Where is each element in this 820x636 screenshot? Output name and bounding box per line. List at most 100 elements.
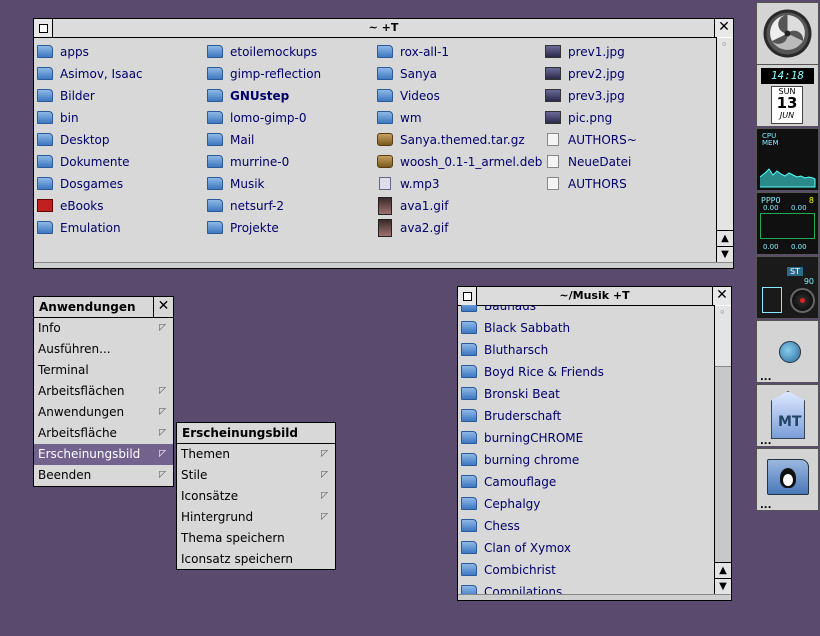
menu-item[interactable]: Ausführen... xyxy=(34,339,173,360)
file-item[interactable]: eBooks xyxy=(37,195,104,217)
file-item[interactable]: Musik xyxy=(207,173,265,195)
file-item[interactable]: Dokumente xyxy=(37,151,130,173)
file-item[interactable]: NeueDatei xyxy=(545,151,631,173)
menu-item[interactable]: Anwendungen ◸ xyxy=(34,402,173,423)
file-item[interactable]: lomo-gimp-0 xyxy=(207,107,306,129)
menu-item[interactable]: Thema speichern xyxy=(177,528,335,549)
folder-item[interactable]: burning chrome xyxy=(461,449,579,471)
submenu-arrow-icon: ◸ xyxy=(321,449,328,459)
file-item[interactable]: Bilder xyxy=(37,85,95,107)
file-item[interactable]: Projekte xyxy=(207,217,279,239)
scroll-up-button[interactable]: ▲ xyxy=(717,230,733,246)
file-item[interactable]: wm xyxy=(377,107,422,129)
menu-item[interactable]: Arbeitsfläche ◸ xyxy=(34,423,173,444)
dock-launcher-filemanager[interactable]: ... xyxy=(756,448,819,511)
file-item[interactable]: ava2.gif xyxy=(377,217,448,239)
file-item[interactable]: AUTHORS~ xyxy=(545,129,637,151)
folder-item[interactable]: Bruderschaft xyxy=(461,405,561,427)
file-item[interactable]: Mail xyxy=(207,129,254,151)
file-label: Videos xyxy=(400,89,440,103)
file-item[interactable]: Dosgames xyxy=(37,173,123,195)
file-item[interactable]: pic.png xyxy=(545,107,612,129)
home-window-titlebar[interactable]: ~ +T ✕ xyxy=(34,19,733,38)
miniaturize-button[interactable] xyxy=(458,287,477,305)
file-item[interactable]: Videos xyxy=(377,85,440,107)
scroll-knob[interactable] xyxy=(717,37,733,247)
file-item[interactable]: prev2.jpg xyxy=(545,63,625,85)
file-item[interactable]: rox-all-1 xyxy=(377,41,449,63)
file-item[interactable]: prev1.jpg xyxy=(545,41,625,63)
miniaturize-button[interactable] xyxy=(34,19,53,37)
file-item[interactable]: Desktop xyxy=(37,129,110,151)
resize-bar[interactable] xyxy=(34,262,733,268)
file-item[interactable]: ava1.gif xyxy=(377,195,448,217)
menu-item[interactable]: Stile ◸ xyxy=(177,465,335,486)
folder-item[interactable]: Blutharsch xyxy=(461,339,548,361)
vertical-scrollbar[interactable]: ▲ ▼ xyxy=(716,37,733,262)
menu-item[interactable]: Arbeitsflächen ◸ xyxy=(34,381,173,402)
file-label: NeueDatei xyxy=(568,155,632,169)
dock-app-icon[interactable] xyxy=(756,2,819,65)
submenu-arrow-icon: ◸ xyxy=(159,449,166,459)
folder-item[interactable]: Black Sabbath xyxy=(461,317,570,339)
menu-close-button[interactable]: ✕ xyxy=(153,297,173,317)
dock-clock[interactable]: 14:18 SUN 13 JUN xyxy=(756,64,819,127)
file-item[interactable]: Emulation xyxy=(37,217,121,239)
file-item[interactable]: etoilemockups xyxy=(207,41,317,63)
dock-net-monitor[interactable]: PPP0 8 0.00 0.00 0.00 0.00 xyxy=(756,192,819,255)
menu-item[interactable]: Iconsatz speichern xyxy=(177,549,335,570)
menu-item[interactable]: Themen ◸ xyxy=(177,444,335,465)
folder-icon xyxy=(461,563,477,576)
dock-launcher-milk[interactable]: MT ... xyxy=(756,384,819,447)
close-button[interactable]: ✕ xyxy=(712,287,731,305)
folder-icon xyxy=(207,177,223,190)
file-item[interactable]: GNUstep xyxy=(207,85,289,107)
mixer-slider[interactable] xyxy=(762,287,782,313)
musik-window-titlebar[interactable]: ~/Musik +T ✕ xyxy=(458,287,731,306)
scroll-down-button[interactable]: ▼ xyxy=(717,246,733,262)
file-item[interactable]: Sanya.themed.tar.gz xyxy=(377,129,525,151)
applications-menu: Anwendungen ✕ Info ◸ Ausführen... Terminal A… xyxy=(33,296,174,487)
folder-item[interactable]: Camouflage xyxy=(461,471,556,493)
folder-item[interactable]: Cephalgy xyxy=(461,493,540,515)
resize-bar[interactable] xyxy=(458,594,731,600)
file-item[interactable]: netsurf-2 xyxy=(207,195,284,217)
file-item[interactable]: w.mp3 xyxy=(377,173,439,195)
menu-item[interactable]: Beenden ◸ xyxy=(34,465,173,486)
file-item[interactable]: Sanya xyxy=(377,63,437,85)
file-item[interactable]: gimp-reflection xyxy=(207,63,321,85)
menu-item[interactable]: Hintergrund ◸ xyxy=(177,507,335,528)
folder-item[interactable]: Compilations xyxy=(461,581,562,594)
scroll-knob[interactable] xyxy=(715,305,731,367)
menu-item[interactable]: Iconsätze ◸ xyxy=(177,486,335,507)
folder-item[interactable]: burningCHROME xyxy=(461,427,583,449)
folder-item[interactable]: Combichrist xyxy=(461,559,556,581)
file-item[interactable]: AUTHORS xyxy=(545,173,627,195)
dock-mixer[interactable]: ST 90 xyxy=(756,256,819,319)
folder-item[interactable]: Boyd Rice & Friends xyxy=(461,361,604,383)
volume-knob-icon[interactable] xyxy=(790,288,815,313)
scroll-down-button[interactable]: ▼ xyxy=(715,578,731,594)
folder-item[interactable]: Bauhaus xyxy=(461,305,536,317)
vertical-scrollbar[interactable]: ▲ ▼ xyxy=(714,305,731,594)
file-item[interactable]: apps xyxy=(37,41,89,63)
dock-cpu-monitor[interactable]: CPU MEM xyxy=(756,128,819,191)
file-label: prev1.jpg xyxy=(568,45,625,59)
scroll-up-button[interactable]: ▲ xyxy=(715,562,731,578)
file-item[interactable]: bin xyxy=(37,107,79,129)
submenu-arrow-icon: ◸ xyxy=(159,407,166,417)
file-item[interactable]: prev3.jpg xyxy=(545,85,625,107)
menu-item[interactable]: Terminal xyxy=(34,360,173,381)
dock-launcher-network[interactable]: ... xyxy=(756,320,819,383)
file-item[interactable]: murrine-0 xyxy=(207,151,289,173)
menu-item[interactable]: Erscheinungsbild ◸ xyxy=(34,444,173,465)
menu-item-label: Arbeitsflächen xyxy=(38,384,125,398)
text-file-icon xyxy=(547,177,559,190)
folder-item[interactable]: Chess xyxy=(461,515,520,537)
folder-item[interactable]: Clan of Xymox xyxy=(461,537,571,559)
close-button[interactable]: ✕ xyxy=(714,19,733,37)
folder-item[interactable]: Bronski Beat xyxy=(461,383,560,405)
file-item[interactable]: woosh_0.1-1_armel.deb xyxy=(377,151,542,173)
menu-item[interactable]: Info ◸ xyxy=(34,318,173,339)
file-item[interactable]: Asimov, Isaac xyxy=(37,63,143,85)
